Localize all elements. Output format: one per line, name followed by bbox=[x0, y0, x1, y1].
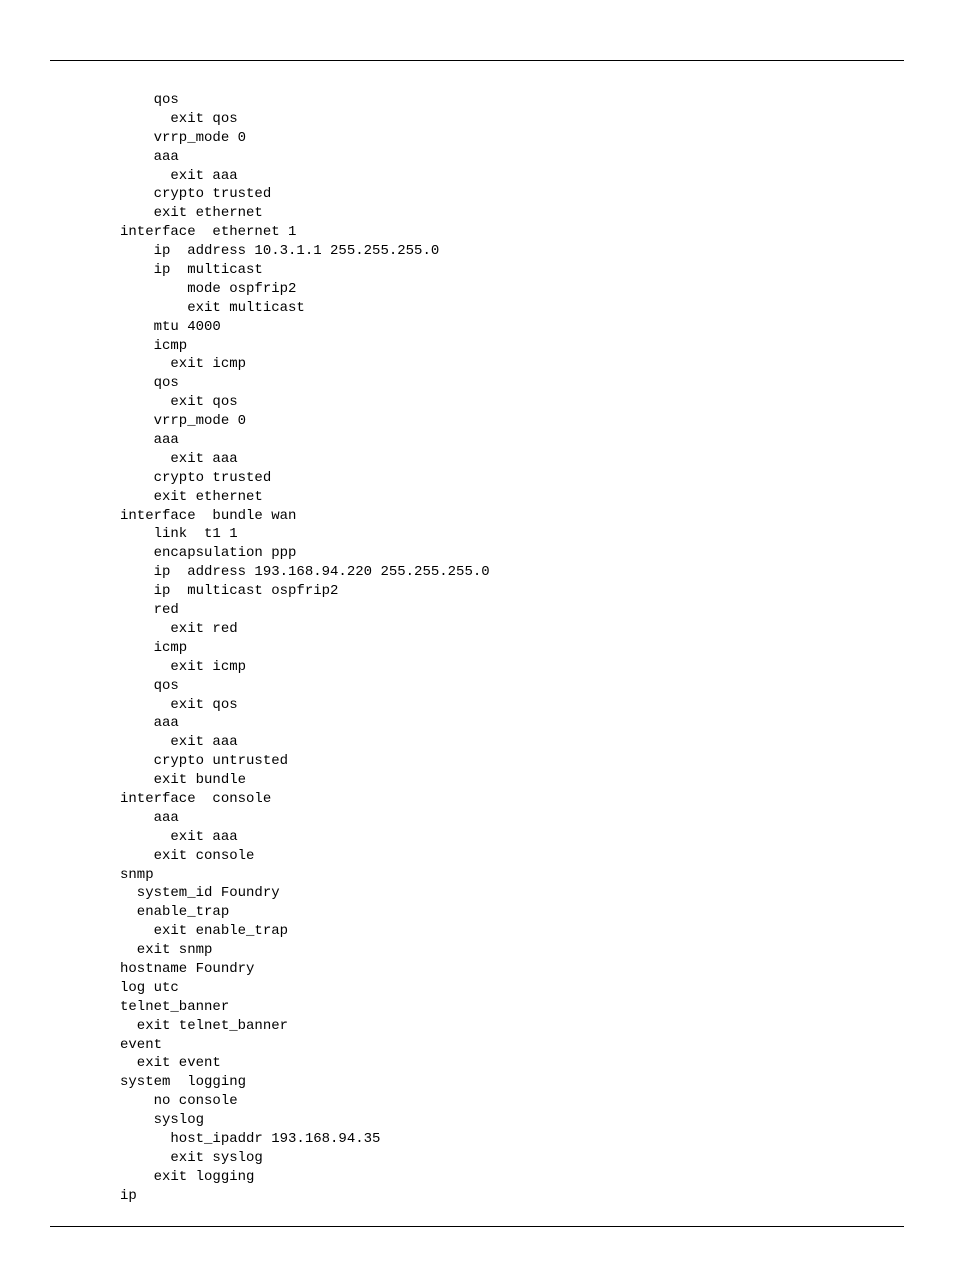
top-divider bbox=[50, 60, 904, 61]
bottom-divider bbox=[50, 1226, 904, 1227]
config-code-block: qos exit qos vrrp_mode 0 aaa exit aaa cr… bbox=[50, 91, 904, 1206]
